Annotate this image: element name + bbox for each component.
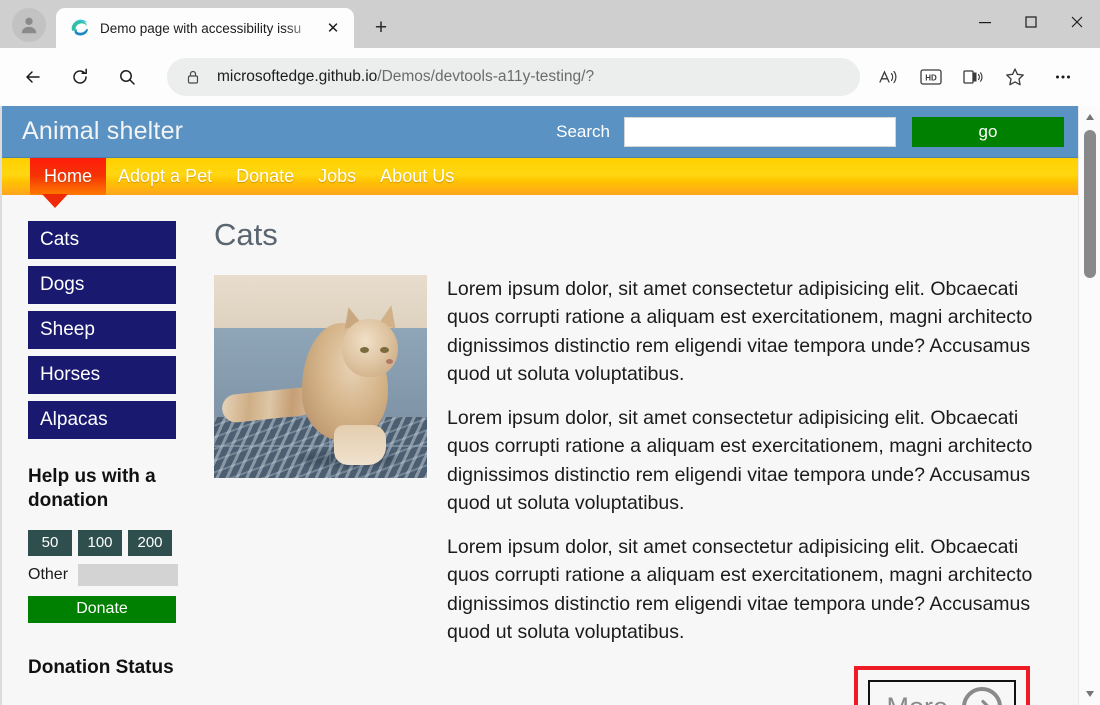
accessibility-highlight-box: More xyxy=(854,666,1030,705)
search-icon[interactable] xyxy=(108,58,146,96)
nav-item-adopt-a-pet[interactable]: Adopt a Pet xyxy=(106,158,224,195)
donation-heading: Help us with a donation xyxy=(28,466,156,512)
back-arrow-icon[interactable] xyxy=(14,58,52,96)
svg-text:HD: HD xyxy=(925,74,937,83)
donation-other-input[interactable] xyxy=(78,563,179,586)
cat-nose xyxy=(386,359,393,364)
main-content: Cats Lorem ipsum dolor, sit amet consect… xyxy=(202,195,1078,705)
page-content: Cats Dogs Sheep Horses Alpacas Help us w… xyxy=(2,195,1078,705)
donation-other-label: Other xyxy=(28,565,69,583)
donation-amount-200[interactable]: 200 xyxy=(128,529,172,556)
url-path: /Demos/devtools-a11y-testing/? xyxy=(377,68,595,85)
site-header: Animal shelter Search go xyxy=(2,106,1078,158)
more-button[interactable]: More xyxy=(868,680,1016,705)
donate-button[interactable]: Donate xyxy=(28,595,176,623)
page-scrollbar[interactable] xyxy=(1078,106,1100,705)
donation-other-row: Other xyxy=(28,563,202,586)
donation-amount-50[interactable]: 50 xyxy=(28,529,72,556)
search-go-button[interactable]: go xyxy=(912,116,1064,147)
star-icon[interactable] xyxy=(996,58,1034,96)
title-bar: Demo page with accessibility issu ✕ + xyxy=(0,0,1100,48)
donation-status-heading: Donation Status xyxy=(28,656,174,678)
profile-button[interactable] xyxy=(12,8,46,42)
scroll-down-icon[interactable] xyxy=(1079,685,1100,703)
article-paragraphs: Lorem ipsum dolor, sit amet consectetur … xyxy=(447,275,1034,662)
cat-eye-right xyxy=(380,347,389,353)
window-close-button[interactable] xyxy=(1054,0,1100,44)
scroll-up-icon[interactable] xyxy=(1079,108,1100,126)
sidebar-item-sheep[interactable]: Sheep xyxy=(28,311,176,349)
browser-window: Demo page with accessibility issu ✕ + mi… xyxy=(0,0,1100,705)
tab-title: Demo page with accessibility issu xyxy=(100,20,302,36)
edge-logo-icon xyxy=(70,18,90,38)
cat-head xyxy=(342,319,398,377)
nav-item-jobs[interactable]: Jobs xyxy=(306,158,368,195)
browser-tab[interactable]: Demo page with accessibility issu ✕ xyxy=(56,8,354,48)
site-title: Animal shelter xyxy=(22,117,184,145)
hd-badge-icon[interactable]: HD xyxy=(912,58,950,96)
tab-strip: Demo page with accessibility issu ✕ + xyxy=(56,6,398,48)
search-area: Search go xyxy=(556,116,1064,147)
read-aloud-icon[interactable] xyxy=(870,58,908,96)
sidebar-item-alpacas[interactable]: Alpacas xyxy=(28,401,176,439)
nav-item-about-us[interactable]: About Us xyxy=(368,158,466,195)
sidebar: Cats Dogs Sheep Horses Alpacas Help us w… xyxy=(2,195,202,705)
cat-legs xyxy=(334,425,386,465)
donation-amount-100[interactable]: 100 xyxy=(78,529,122,556)
new-tab-button[interactable]: + xyxy=(364,11,398,45)
paragraph: Lorem ipsum dolor, sit amet consectetur … xyxy=(447,407,1033,514)
search-label: Search xyxy=(556,121,610,141)
more-button-row: More xyxy=(214,666,1034,705)
search-input[interactable] xyxy=(624,116,896,147)
account-avatar-icon xyxy=(18,14,40,36)
paragraph: Lorem ipsum dolor, sit amet consectetur … xyxy=(447,536,1033,643)
scrollbar-thumb[interactable] xyxy=(1084,130,1096,278)
paragraph: Lorem ipsum dolor, sit amet consectetur … xyxy=(447,278,1033,385)
maximize-button[interactable] xyxy=(1008,0,1054,44)
close-icon[interactable]: ✕ xyxy=(320,15,346,41)
nav-item-home[interactable]: Home xyxy=(30,158,107,195)
cat-eye-left xyxy=(360,347,369,353)
site-navigation: Home Adopt a Pet Donate Jobs About Us xyxy=(2,158,1078,195)
minimize-button[interactable] xyxy=(962,0,1008,44)
url-host: microsoftedge.github.io xyxy=(217,68,378,85)
page-title: Cats xyxy=(214,217,278,252)
refresh-icon[interactable] xyxy=(61,58,99,96)
nav-active-pointer-icon xyxy=(42,194,68,208)
window-controls xyxy=(962,0,1100,44)
sidebar-item-horses[interactable]: Horses xyxy=(28,356,176,394)
address-bar[interactable]: microsoftedge.github.io/Demos/devtools-a… xyxy=(167,58,860,96)
donation-amounts: 50 100 200 xyxy=(28,529,202,556)
nav-item-donate[interactable]: Donate xyxy=(224,158,306,195)
web-page: Animal shelter Search go Home Adopt a Pe… xyxy=(0,106,1078,705)
cat-photo xyxy=(214,275,427,478)
sidebar-item-cats[interactable]: Cats xyxy=(28,221,176,259)
arrow-right-circle-icon xyxy=(962,687,1002,705)
navigation-toolbar: microsoftedge.github.io/Demos/devtools-a… xyxy=(0,48,1100,106)
sidebar-item-dogs[interactable]: Dogs xyxy=(28,266,176,304)
lock-icon xyxy=(183,69,203,85)
url-text: microsoftedge.github.io/Demos/devtools-a… xyxy=(217,68,594,86)
immersive-reader-icon[interactable] xyxy=(954,58,992,96)
page-viewport: Animal shelter Search go Home Adopt a Pe… xyxy=(0,106,1100,705)
ellipsis-icon[interactable] xyxy=(1044,58,1082,96)
article: Lorem ipsum dolor, sit amet consectetur … xyxy=(214,275,1034,662)
more-button-label: More xyxy=(886,692,948,705)
toolbar-actions: HD xyxy=(870,58,1086,96)
